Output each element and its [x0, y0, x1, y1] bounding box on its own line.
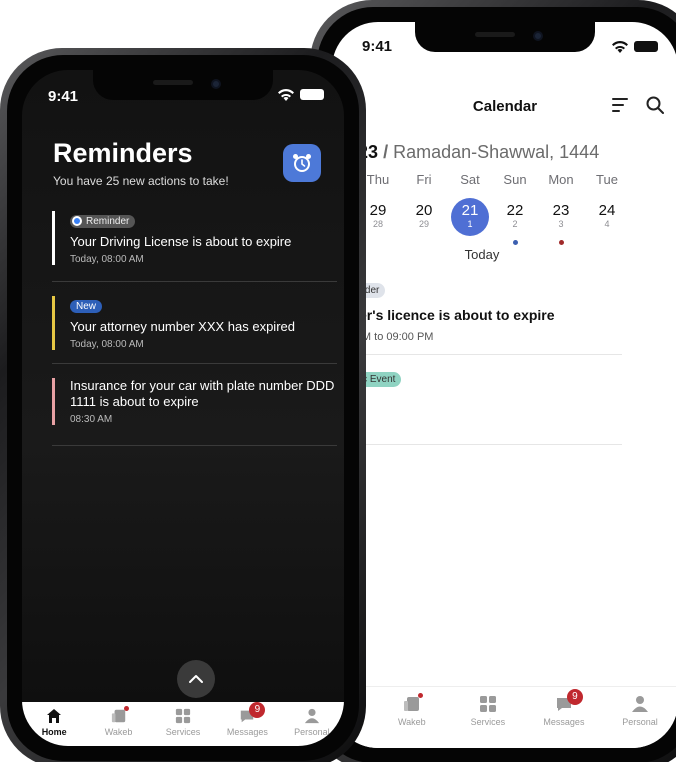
- phone-bezel: 9:41 Calendar r, 2023 / Ramadan-Shawwal,…: [317, 7, 676, 762]
- event-card[interactable]: Reminder r driver's licence is about to …: [332, 280, 614, 343]
- alarm-clock-button[interactable]: [283, 144, 321, 182]
- reminder-tag: Reminder: [70, 215, 136, 228]
- divider: [52, 281, 337, 282]
- month-separator: /: [378, 142, 394, 162]
- message-icon: 9: [555, 689, 583, 713]
- collapse-button[interactable]: [177, 660, 215, 698]
- event-time: 08:00 PM to 09:00 PM: [332, 331, 434, 343]
- event-dot: [558, 240, 564, 245]
- reminder-card[interactable]: Reminder Your Driving License is about t…: [52, 211, 337, 265]
- divider: [52, 363, 337, 364]
- page-title: Reminders: [53, 138, 193, 168]
- battery-icon: [634, 40, 658, 52]
- wifi-icon: [278, 88, 294, 101]
- page-subtitle: You have 25 new actions to take!: [53, 174, 229, 188]
- grid-icon: [479, 695, 497, 713]
- wifi-icon: [612, 40, 628, 53]
- event-title: r driver's licence is about to expire: [332, 307, 555, 323]
- camera-icon: [211, 79, 221, 89]
- reminder-card[interactable]: Insurance for your car with plate number…: [52, 378, 337, 425]
- event-dot: [512, 240, 518, 245]
- reminders-screen: 9:41 Reminders You have 25 new actions t…: [22, 70, 344, 746]
- reminders-phone-frame: 9:41 Reminders You have 25 new actions t…: [0, 48, 366, 762]
- day-cell[interactable]: Mon 23 3: [541, 172, 581, 245]
- camera-icon: [533, 31, 543, 41]
- reminder-time: Today, 08:00 AM: [70, 339, 144, 350]
- divider: [332, 354, 622, 355]
- filter-icon[interactable]: [612, 98, 628, 116]
- newspaper-icon: [403, 693, 423, 713]
- grid-icon: [175, 708, 191, 724]
- messages-badge: 9: [566, 689, 583, 705]
- reminder-time: Today, 08:00 AM: [70, 254, 144, 265]
- person-icon: [631, 695, 649, 713]
- messages-badge: 9: [249, 702, 266, 718]
- reminder-title: Insurance for your car with plate number…: [70, 378, 335, 409]
- notch: [415, 22, 595, 52]
- notch: [93, 70, 273, 100]
- reminder-dot-icon: [74, 218, 80, 225]
- phone-bezel: 9:41 Reminders You have 25 new actions t…: [7, 55, 359, 761]
- newspaper-icon: [111, 706, 129, 724]
- week-strip: d Thu 2928 Fri 2029 Sat 211 Sun 222: [332, 172, 676, 245]
- person-icon: [304, 708, 320, 724]
- status-time: 9:41: [362, 38, 393, 55]
- month-hijri: Ramadan-Shawwal, 1444: [393, 142, 600, 162]
- status-time: 9:41: [48, 88, 79, 105]
- day-cell[interactable]: Sun 22 2: [495, 172, 535, 245]
- tab-messages[interactable]: 9 Messages: [215, 702, 279, 746]
- month-heading: r, 2023 / Ramadan-Shawwal, 1444: [332, 142, 676, 163]
- tab-personal[interactable]: Personal: [280, 702, 344, 746]
- tab-home[interactable]: Home: [22, 702, 86, 746]
- tab-services[interactable]: Services: [151, 702, 215, 746]
- message-icon: 9: [239, 702, 266, 724]
- tab-personal[interactable]: Personal: [602, 687, 676, 748]
- tab-bar: e Wakeb Services 9 Messages Personal: [332, 686, 676, 748]
- new-tag: New: [70, 300, 103, 313]
- home-icon: [46, 708, 62, 724]
- tab-wakeb[interactable]: Wakeb: [374, 687, 450, 748]
- tab-messages[interactable]: 9 Messages: [526, 687, 602, 748]
- search-icon[interactable]: [646, 96, 664, 118]
- event-card[interactable]: Islamic Event al-Fitr All day: [332, 369, 614, 432]
- tab-services[interactable]: Services: [450, 687, 526, 748]
- alarm-clock-icon: [293, 154, 311, 172]
- calendar-screen: 9:41 Calendar r, 2023 / Ramadan-Shawwal,…: [332, 22, 676, 748]
- day-cell[interactable]: Tue 24 4: [587, 172, 627, 236]
- tab-bar: Home Wakeb Services 9 Messages Personal: [22, 702, 344, 746]
- event-time: All day: [332, 420, 614, 432]
- reminder-card[interactable]: New Your attorney number XXX has expired…: [52, 296, 337, 350]
- event-title: al-Fitr: [332, 396, 614, 412]
- today-label[interactable]: Today: [332, 247, 632, 262]
- reminder-title: Your attorney number XXX has expired: [70, 319, 295, 334]
- day-cell[interactable]: Fri 20 29: [404, 172, 444, 236]
- chevron-up-icon: [189, 675, 203, 683]
- tab-wakeb[interactable]: Wakeb: [86, 702, 150, 746]
- divider: [52, 445, 337, 446]
- reminder-title: Your Driving License is about to expire: [70, 234, 292, 249]
- calendar-header: Calendar: [332, 92, 676, 122]
- day-cell-selected[interactable]: Sat 21 1: [450, 172, 490, 236]
- reminder-time: 08:30 AM: [70, 414, 113, 425]
- divider: [332, 444, 622, 445]
- page-title: Calendar: [472, 98, 538, 115]
- battery-icon: [300, 88, 324, 100]
